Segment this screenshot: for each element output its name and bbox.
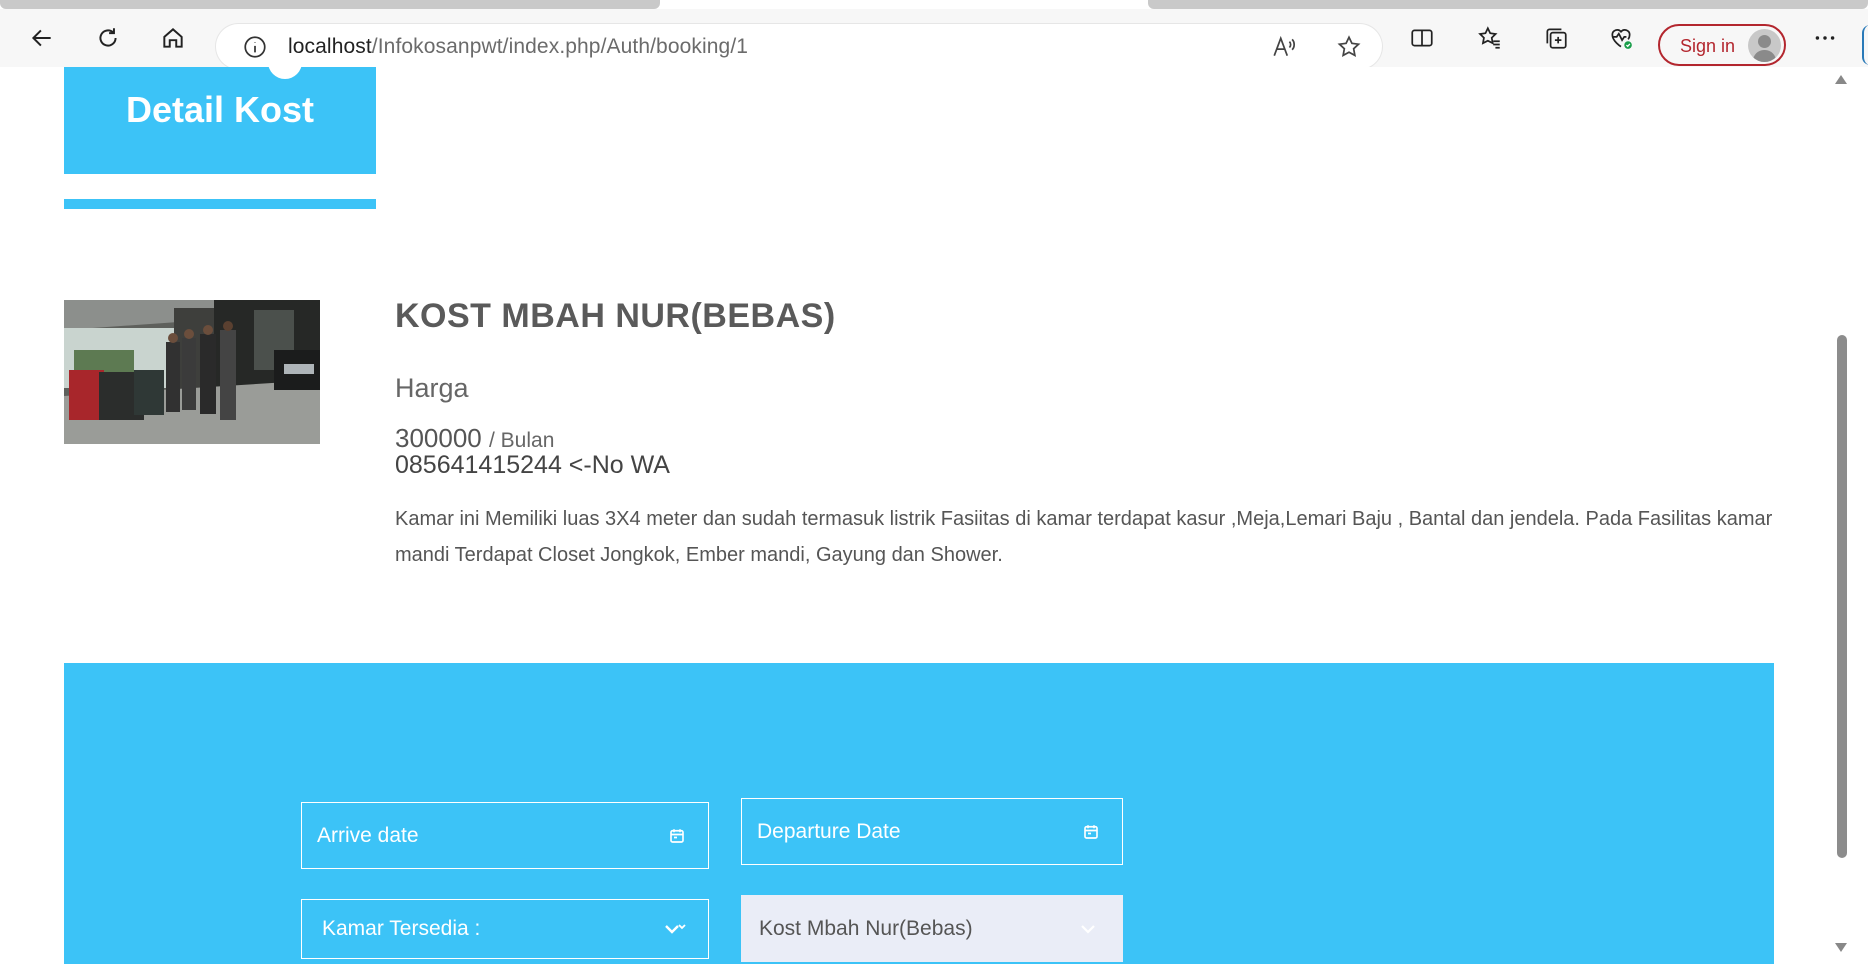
refresh-icon[interactable] — [88, 9, 128, 67]
arrive-date-placeholder: Arrive date — [317, 823, 419, 847]
info-icon[interactable] — [242, 34, 268, 60]
scroll-up-arrow-icon[interactable] — [1835, 75, 1847, 84]
price-value: 300000 / Bulan — [395, 423, 554, 454]
collections-icon[interactable] — [1536, 9, 1576, 67]
more-icon[interactable] — [1805, 9, 1845, 67]
home-icon[interactable] — [153, 9, 193, 67]
tab-strip — [0, 0, 1868, 9]
booking-form-panel: Arrive date Departure Date Kamar Tersedi… — [64, 663, 1774, 964]
calendar-icon[interactable] — [668, 827, 686, 845]
page-viewport: Detail Kost KOST MBAH NUR(BEBAS) Harga 3… — [0, 67, 1834, 964]
price-label: Harga — [395, 373, 469, 403]
kost-photo[interactable] — [64, 300, 320, 444]
read-aloud-icon[interactable] — [1269, 32, 1299, 62]
split-screen-icon[interactable] — [1402, 9, 1442, 67]
room-select[interactable]: Kamar Tersedia : — [301, 899, 709, 959]
scrollbar-thumb[interactable] — [1837, 335, 1847, 858]
header-decoration-circle — [268, 67, 302, 79]
tab-inactive[interactable] — [0, 0, 660, 9]
page-header-box: Detail Kost — [64, 67, 376, 174]
header-underline — [64, 199, 376, 209]
avatar-icon — [1748, 29, 1781, 62]
chevron-down-icon[interactable] — [1077, 922, 1099, 936]
browser-health-icon[interactable] — [1601, 9, 1641, 67]
price-amount: 300000 — [395, 423, 482, 453]
kost-select-value: Kost Mbah Nur(Bebas) — [759, 916, 973, 940]
url-path: /Infokosanpwt/index.php/Auth/booking/1 — [371, 35, 749, 58]
arrive-date-input[interactable]: Arrive date — [301, 802, 709, 869]
back-icon[interactable] — [22, 9, 62, 67]
favorite-star-icon[interactable] — [1334, 32, 1364, 62]
calendar-icon[interactable] — [1082, 823, 1100, 841]
whatsapp-number: 085641415244 <-No WA — [395, 451, 670, 479]
kost-description: Kamar ini Memiliki luas 3X4 meter dan su… — [395, 508, 1773, 566]
url-text[interactable]: localhost/Infokosanpwt/index.php/Auth/bo… — [288, 35, 748, 59]
address-bar[interactable]: localhost/Infokosanpwt/index.php/Auth/bo… — [216, 24, 1382, 69]
sign-in-label: Sign in — [1680, 36, 1736, 56]
browser-toolbar: localhost/Infokosanpwt/index.php/Auth/bo… — [0, 9, 1868, 69]
window-edge — [1862, 25, 1868, 65]
url-host: localhost — [288, 35, 372, 58]
scroll-down-arrow-icon[interactable] — [1835, 943, 1847, 952]
departure-date-input[interactable]: Departure Date — [741, 798, 1123, 865]
page-title: Detail Kost — [125, 89, 315, 130]
kost-name: KOST MBAH NUR(BEBAS) — [395, 297, 836, 335]
price-unit: / Bulan — [489, 429, 555, 452]
tab-inactive[interactable] — [1148, 0, 1868, 9]
favorites-icon[interactable] — [1470, 9, 1510, 67]
chevron-down-icon[interactable] — [664, 922, 686, 936]
room-select-value: Kamar Tersedia : — [322, 917, 481, 940]
departure-date-placeholder: Departure Date — [757, 819, 901, 843]
kost-select[interactable]: Kost Mbah Nur(Bebas) — [741, 895, 1123, 962]
sign-in-button[interactable]: Sign in — [1658, 24, 1786, 66]
